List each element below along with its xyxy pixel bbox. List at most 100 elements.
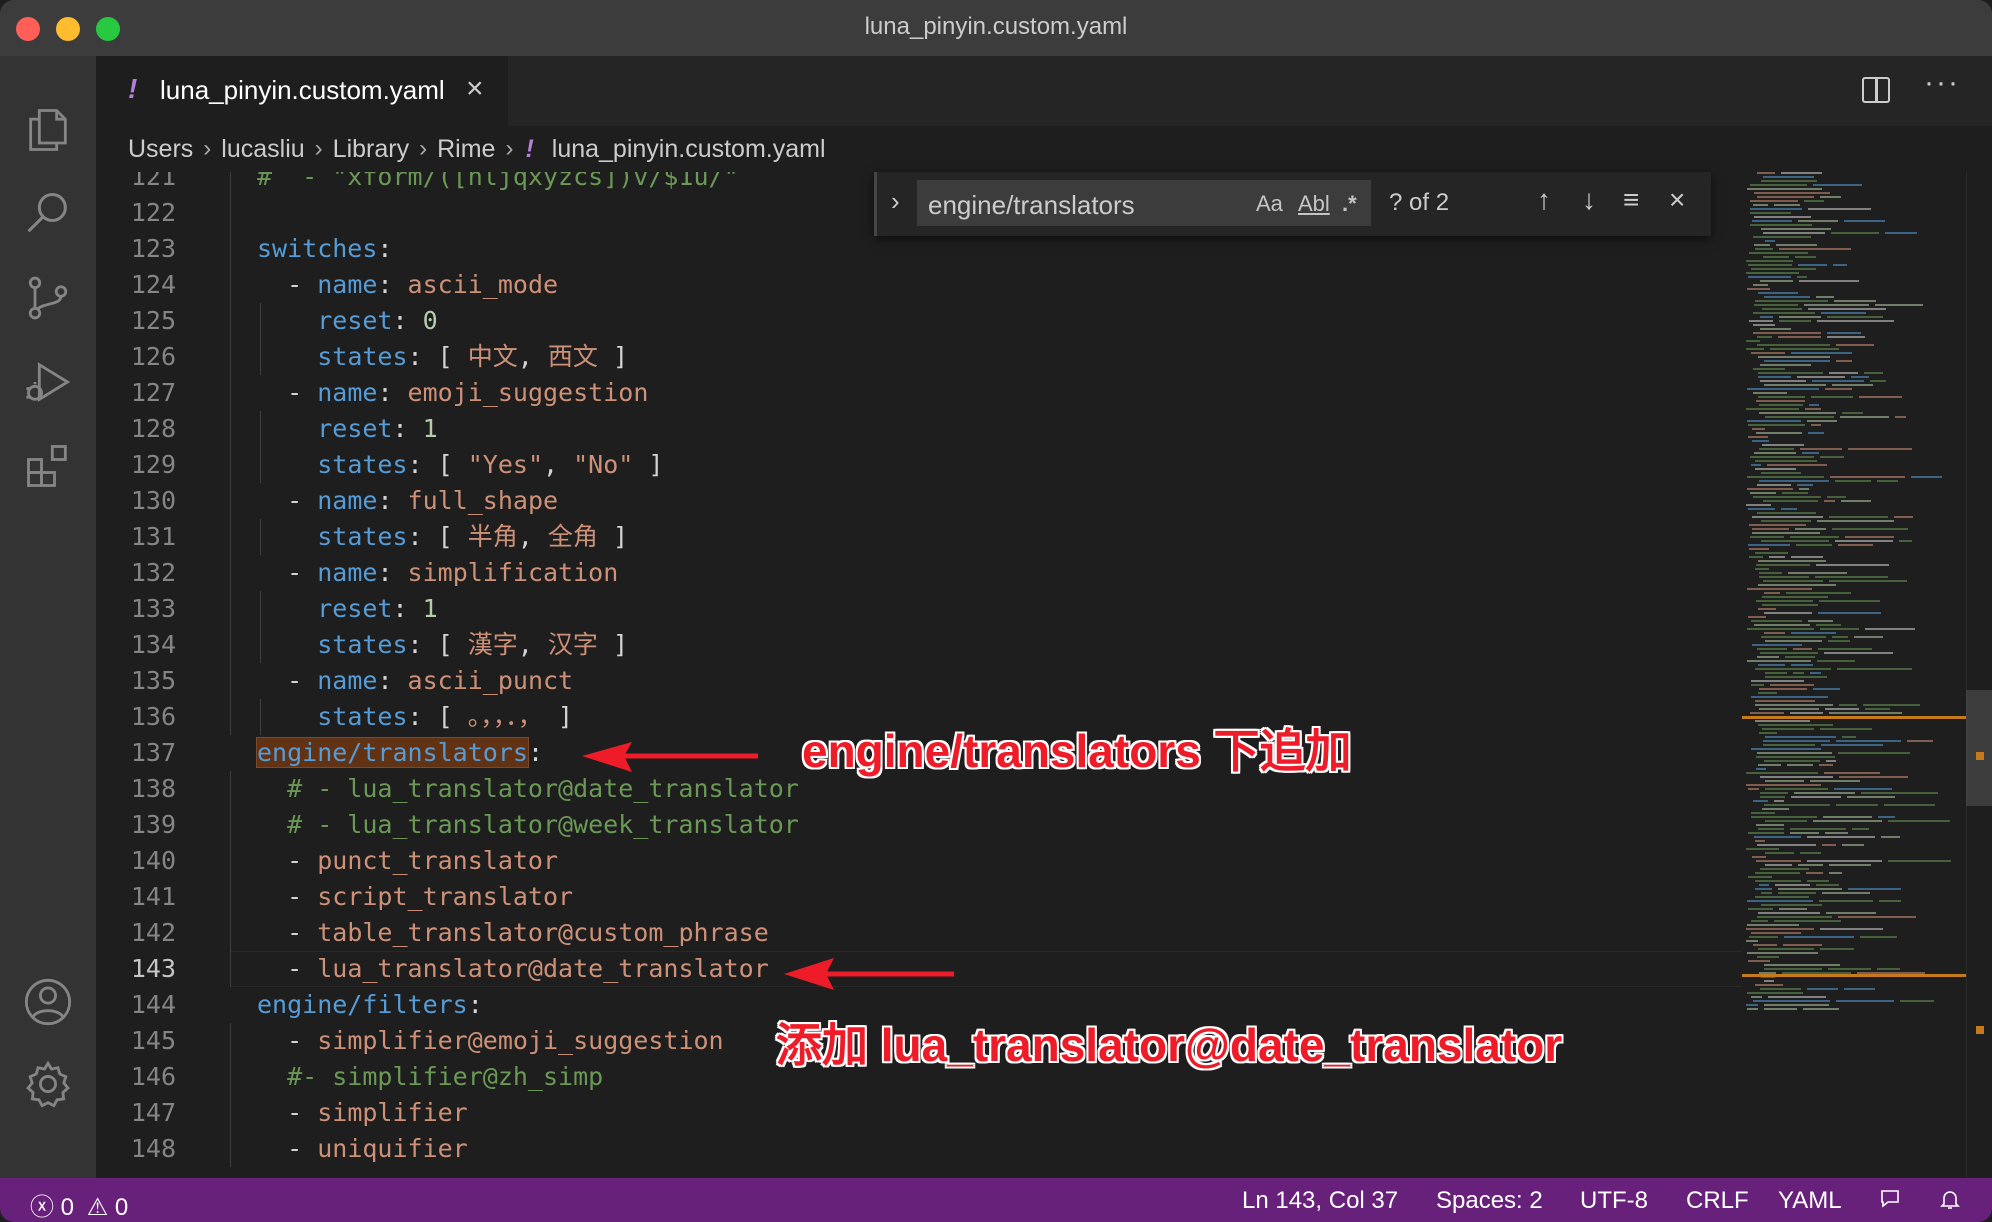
annotation-text-1: engine/translators 下追加 <box>802 725 1352 777</box>
split-editor-icon[interactable] <box>1862 77 1890 103</box>
language-mode[interactable]: YAML <box>1778 1187 1842 1215</box>
breadcrumb-rime[interactable]: Rime <box>437 135 495 164</box>
code-line[interactable]: 141 - script_translator <box>96 879 1736 915</box>
minimap-line <box>1760 652 1818 654</box>
minimap-line <box>1842 412 1863 414</box>
minimap-line <box>1819 600 1880 602</box>
scrollbar-thumb[interactable] <box>1966 690 1992 806</box>
search-icon[interactable] <box>18 184 78 244</box>
previous-match-arrow-up-icon[interactable]: ↑ <box>1537 184 1551 216</box>
code-token: , <box>517 522 548 551</box>
code-line[interactable]: 131 states: [ 半角, 全角 ] <box>96 519 1736 555</box>
minimap-line <box>1778 888 1842 890</box>
code-line[interactable]: 127 - name: emoji_suggestion <box>96 375 1736 411</box>
minimap-line <box>1842 736 1856 738</box>
extensions-icon[interactable] <box>18 436 78 496</box>
match-case-icon[interactable]: Aa <box>1256 191 1283 217</box>
indent-guide <box>230 1131 231 1167</box>
line-ending[interactable]: CRLF <box>1686 1187 1749 1215</box>
notifications-bell-icon[interactable] <box>1938 1187 1962 1218</box>
minimap-line <box>1754 304 1798 306</box>
code-token: simplifier <box>317 1098 468 1127</box>
next-match-arrow-down-icon[interactable]: ↓ <box>1582 184 1596 216</box>
code-line[interactable]: 140 - punct_translator <box>96 843 1736 879</box>
minimap-line <box>1753 392 1787 394</box>
explorer-icon[interactable] <box>18 100 78 160</box>
use-regex-icon[interactable]: .* <box>1342 191 1357 217</box>
minimap-line <box>1764 760 1820 762</box>
minimap-line <box>1751 620 1802 622</box>
minimap-line <box>1753 332 1821 334</box>
encoding[interactable]: UTF-8 <box>1580 1187 1648 1215</box>
minimap-line <box>1747 628 1814 630</box>
code-line[interactable]: 148 - uniquifier <box>96 1131 1736 1167</box>
line-number: 131 <box>130 522 176 551</box>
minimap-line <box>1758 764 1781 766</box>
minimap-line <box>1747 420 1801 422</box>
breadcrumb-file[interactable]: luna_pinyin.custom.yaml <box>552 135 826 164</box>
match-whole-word-icon[interactable]: Abl <box>1298 191 1330 217</box>
breadcrumb-lucasliu[interactable]: lucasliu <box>221 135 304 164</box>
minimap-line <box>1813 688 1840 690</box>
code-token: reset <box>317 594 393 623</box>
minimap-line <box>1752 532 1820 534</box>
code-line[interactable]: 134 states: [ 漢字, 汉字 ] <box>96 627 1736 663</box>
code-line[interactable]: 126 states: [ 中文, 西文 ] <box>96 339 1736 375</box>
source-control-icon[interactable] <box>18 268 78 328</box>
minimap-line <box>1764 592 1780 594</box>
close-icon[interactable]: × <box>466 72 484 106</box>
code-line[interactable]: 142 - table_translator@custom_phrase <box>96 915 1736 951</box>
code-content: - script_translator <box>257 879 573 915</box>
code-line[interactable]: 128 reset: 1 <box>96 411 1736 447</box>
toggle-replace-chevron-icon[interactable]: › <box>891 186 900 217</box>
minimap-line <box>1894 516 1913 518</box>
indent-guide <box>230 267 231 303</box>
minimap-line <box>1764 360 1830 362</box>
minimap-line <box>1859 396 1902 398</box>
code-token: engine/filters <box>257 990 468 1019</box>
problems-indicator[interactable]: ⓧ 0 ⚠ 0 <box>30 1187 128 1222</box>
code-line[interactable]: 135 - name: ascii_punct <box>96 663 1736 699</box>
settings-gear-icon[interactable] <box>18 1054 78 1114</box>
minimap-line <box>1825 708 1859 710</box>
indent-guide <box>230 231 231 267</box>
minimap-line <box>1818 648 1872 650</box>
minimap-line <box>1753 944 1777 946</box>
breadcrumb-users[interactable]: Users <box>128 135 193 164</box>
account-icon[interactable] <box>18 972 78 1032</box>
code-token: : <box>467 990 483 1019</box>
more-actions-icon[interactable]: ··· <box>1924 66 1960 100</box>
breadcrumb-library[interactable]: Library <box>333 135 409 164</box>
code-line[interactable]: 129 states: [ "Yes", "No" ] <box>96 447 1736 483</box>
minimap-line <box>1865 708 1890 710</box>
code-line[interactable]: 132 - name: simplification <box>96 555 1736 591</box>
close-find-icon[interactable]: × <box>1669 184 1685 216</box>
code-content: - simplifier <box>257 1095 468 1131</box>
minimap-line <box>1831 232 1879 234</box>
code-line[interactable]: 124 - name: ascii_mode <box>96 267 1736 303</box>
code-line[interactable]: 123 switches: <box>96 231 1736 267</box>
feedback-icon[interactable] <box>1878 1187 1902 1218</box>
minimap-line <box>1770 684 1814 686</box>
code-line[interactable]: 125 reset: 0 <box>96 303 1736 339</box>
cursor-position[interactable]: Ln 143, Col 37 <box>1242 1187 1398 1215</box>
code-token: - <box>257 846 318 875</box>
minimap-line <box>1834 788 1892 790</box>
find-in-selection-icon[interactable]: ≡ <box>1623 184 1639 216</box>
code-line[interactable]: 139 # - lua_translator@week_translator <box>96 807 1736 843</box>
indent-guide <box>230 699 231 735</box>
run-debug-icon[interactable] <box>18 352 78 412</box>
code-line[interactable]: 147 - simplifier <box>96 1095 1736 1131</box>
line-number: 143 <box>130 954 176 983</box>
minimap[interactable] <box>1742 172 1966 1178</box>
code-line[interactable]: 133 reset: 1 <box>96 591 1736 627</box>
indentation[interactable]: Spaces: 2 <box>1436 1187 1543 1215</box>
find-input[interactable]: engine/translators Aa Abl .* <box>917 180 1371 226</box>
minimap-line <box>1808 620 1833 622</box>
tab-luna-pinyin-custom-yaml[interactable]: ! luna_pinyin.custom.yaml × <box>96 56 508 126</box>
code-line[interactable]: 130 - name: full_shape <box>96 483 1736 519</box>
minimap-line <box>1755 300 1828 302</box>
code-token: name <box>317 558 378 587</box>
line-number: 128 <box>130 414 176 443</box>
code-content: - table_translator@custom_phrase <box>257 915 769 951</box>
